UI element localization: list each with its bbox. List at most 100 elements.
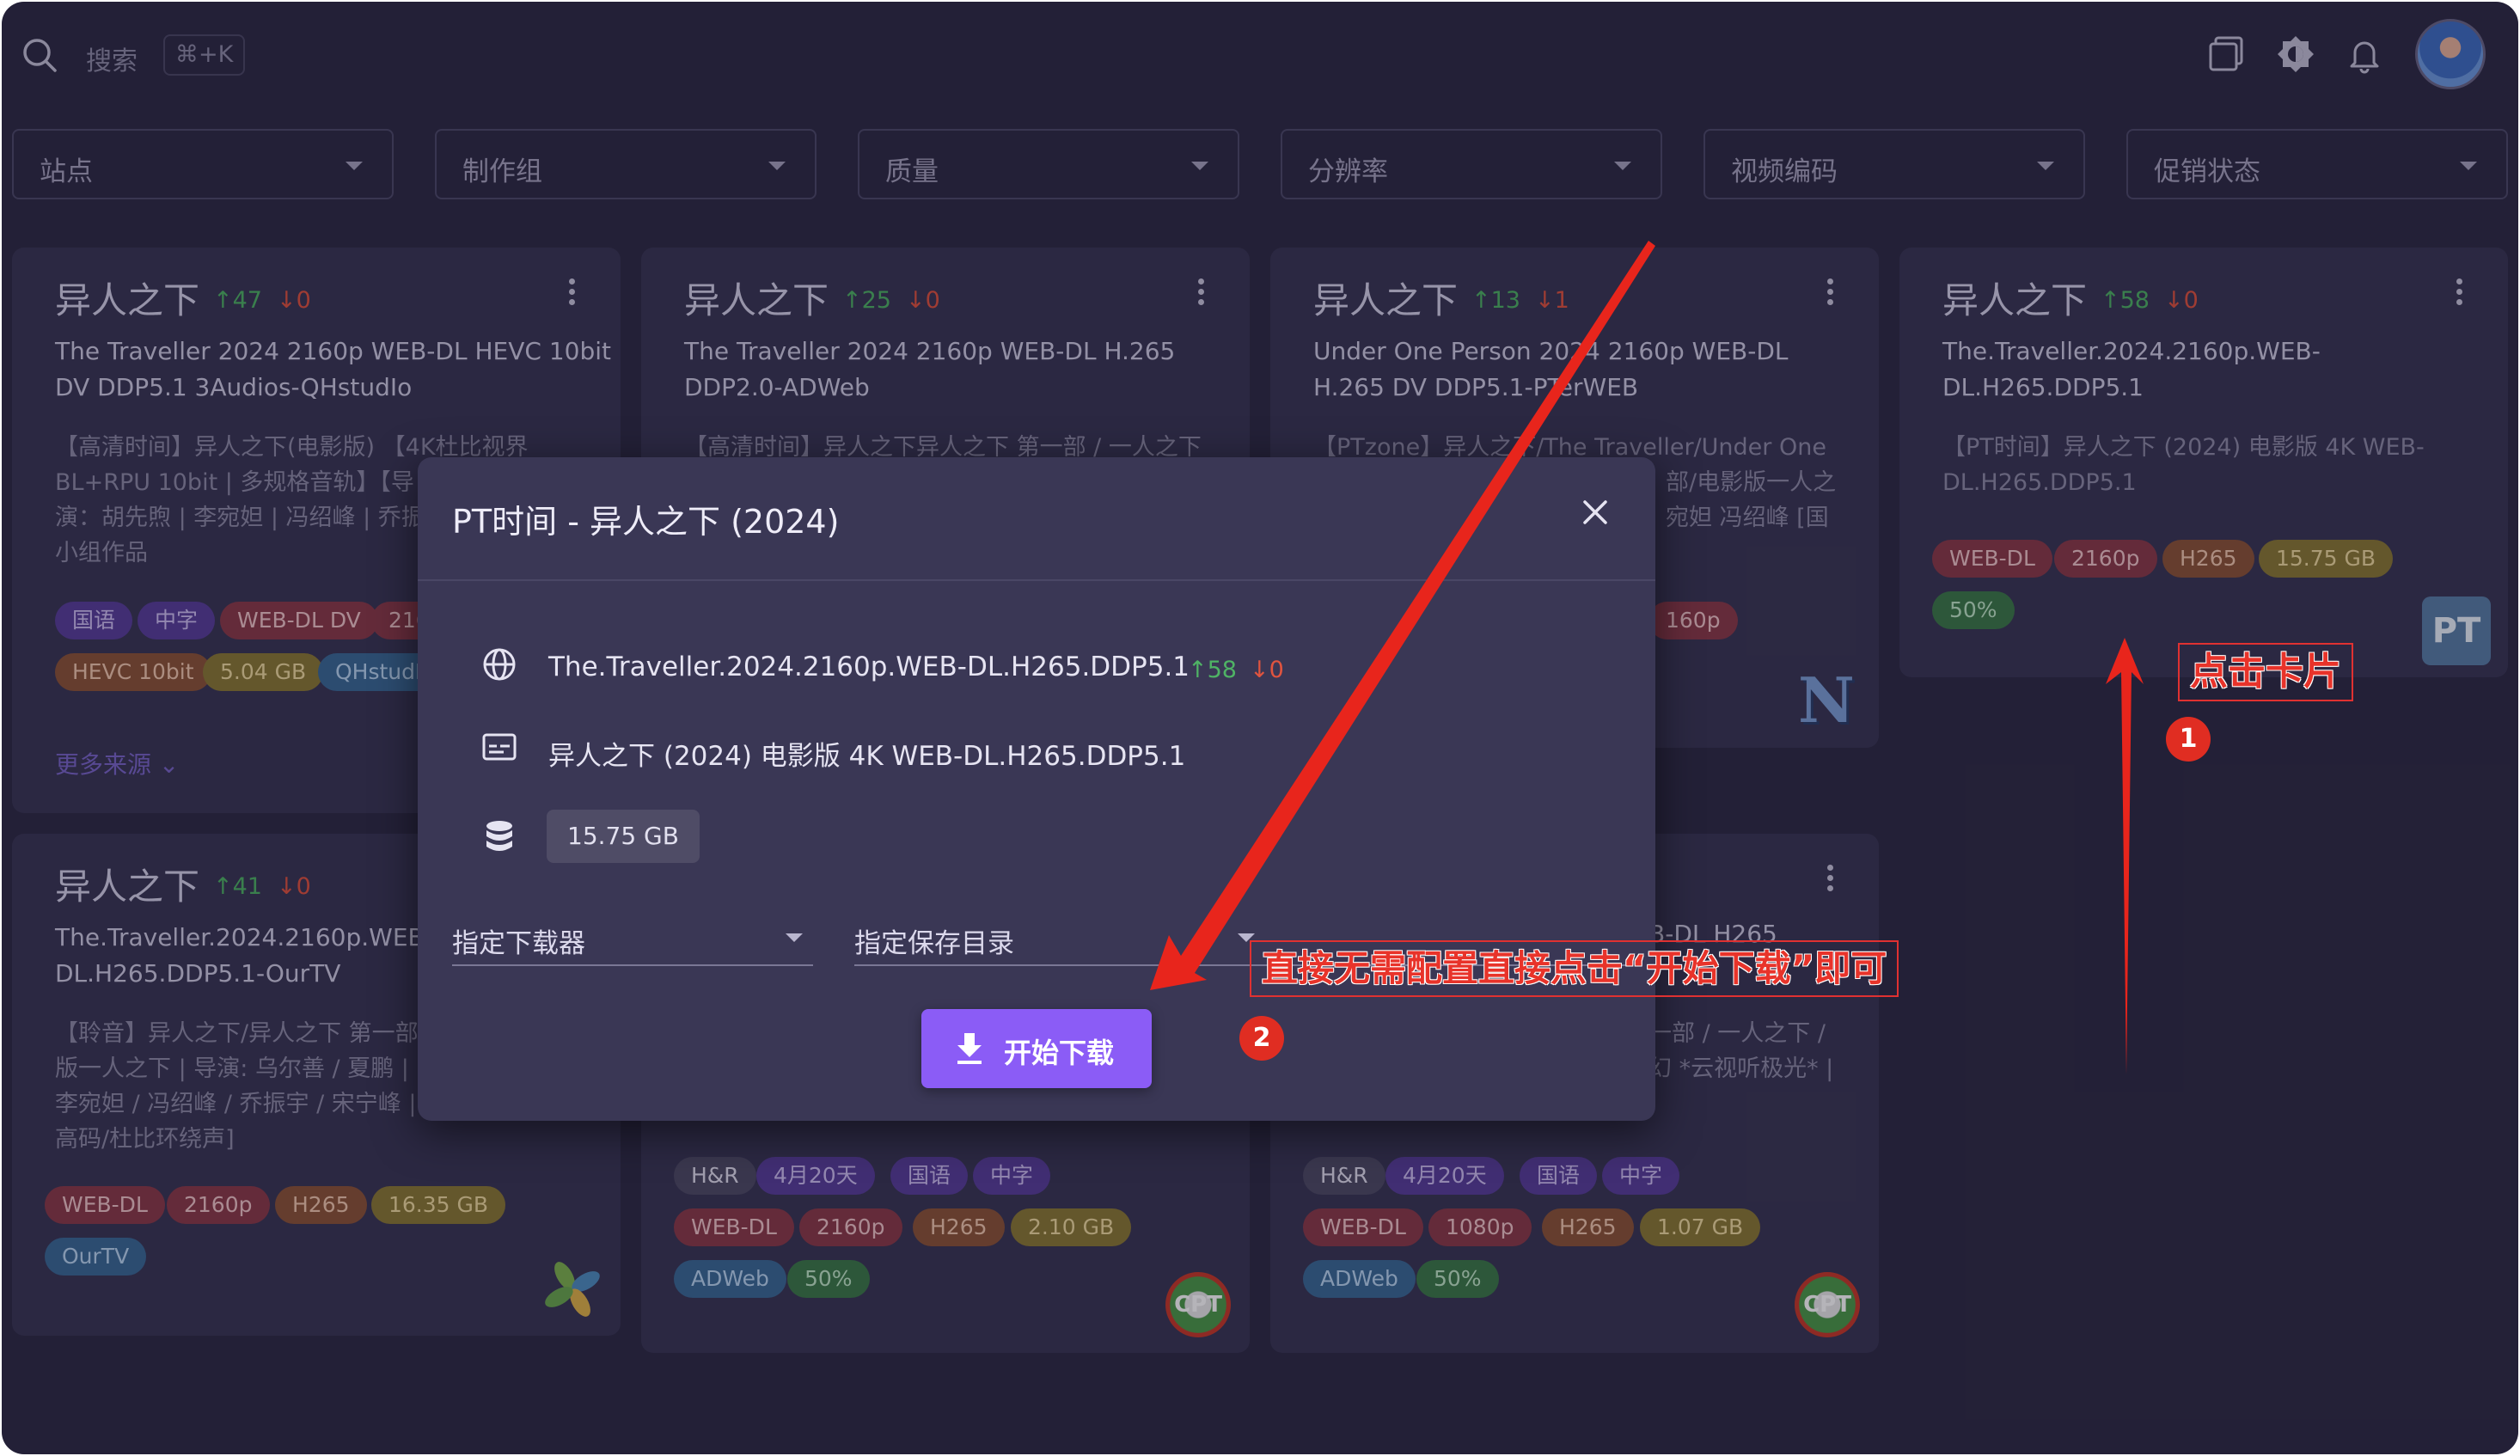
more-vert-icon[interactable] (569, 278, 576, 309)
tag: 国语 (1520, 1157, 1598, 1195)
seeders-count: ↑47 (213, 287, 262, 314)
annotation-step2-label: 直接无需配置直接点击“开始下载”即可 (1250, 940, 1899, 997)
more-vert-icon[interactable] (1198, 278, 1205, 309)
tag: WEB-DL DV (220, 602, 378, 639)
annotation-step1-label: 点击卡片 (2178, 643, 2353, 701)
filter-label: 视频编码 (1731, 156, 1838, 187)
window-icon[interactable] (2207, 34, 2247, 74)
app-window: 搜索 ⌘+K 站点 制作组 质量 分辨率 视频编码 促销状态 异人之下 ↑47 … (2, 2, 2518, 1454)
download-icon (957, 1033, 982, 1064)
leechers-count: ↓0 (1250, 657, 1284, 683)
torrent-name: The.Traveller.2024.2160p.WEB-DL.H265.DDP… (548, 652, 1190, 682)
card-title: 异人之下 (1313, 279, 1459, 321)
start-download-label: 开始下载 (1004, 1037, 1115, 1069)
tag: ADWeb (1303, 1260, 1416, 1298)
tag: 1.07 GB (1640, 1208, 1761, 1246)
tag: 16.35 GB (371, 1186, 506, 1224)
tag: 2160p (167, 1186, 270, 1224)
card-torrent-name: The.Traveller.2024.2160p.WEB- DL.H265.DDP… (55, 923, 433, 988)
more-vert-icon[interactable] (1827, 865, 1834, 896)
tag: WEB-DL (45, 1186, 165, 1224)
card-torrent-name: The Traveller 2024 2160p WEB-DL H.265 DDP… (684, 337, 1176, 401)
card-torrent-name: The Traveller 2024 2160p WEB-DL HEVC 10b… (55, 337, 611, 401)
card-title: 异人之下 (684, 279, 829, 321)
search-input[interactable]: 搜索 (86, 40, 138, 77)
leechers-count: ↓0 (277, 287, 311, 314)
divider (418, 579, 1655, 581)
tag: 1080p (1428, 1208, 1532, 1246)
chevron-down-icon (1614, 162, 1631, 170)
filter-quality[interactable]: 质量 (858, 129, 1239, 199)
tag: 2160p (799, 1208, 902, 1246)
tag: ADWeb (674, 1260, 786, 1298)
filter-resolution[interactable]: 分辨率 (1281, 129, 1662, 199)
card-torrent-name: The.Traveller.2024.2160p.WEB- DL.H265.DDP… (1942, 337, 2321, 401)
dialog-title: PT时间 - 异人之下 (2024) (452, 503, 840, 541)
card-title: 异人之下 (1942, 279, 2088, 321)
torrent-description: 异人之下 (2024) 电影版 4K WEB-DL.H265.DDP5.1 (548, 741, 1186, 772)
tag: WEB-DL (1932, 540, 2052, 578)
downloader-select-label: 指定下载器 (452, 928, 585, 959)
annotation-step2-number: 2 (1239, 1016, 1284, 1061)
filter-group[interactable]: 制作组 (435, 129, 817, 199)
chevron-down-icon (346, 162, 363, 170)
site-logo-cpt: CPT (1795, 1272, 1860, 1337)
tag: 2160p (2054, 540, 2157, 578)
tag: OurTV (45, 1238, 147, 1276)
leechers-count: ↓0 (906, 287, 940, 314)
filter-promotion[interactable]: 促销状态 (2126, 129, 2508, 199)
seeders-count: ↑25 (842, 287, 891, 314)
tag: 国语 (55, 602, 133, 639)
torrent-card[interactable]: 异人之下 ↑58 ↓0 The.Traveller.2024.2160p.WEB… (1899, 248, 2508, 677)
leechers-count: ↓0 (2164, 287, 2199, 314)
save-path-select-label: 指定保存目录 (854, 928, 1014, 959)
close-icon[interactable] (1580, 497, 1611, 528)
seeders-count: ↑58 (2101, 287, 2150, 314)
filter-label: 促销状态 (2154, 156, 2260, 187)
filter-label: 制作组 (462, 156, 542, 187)
tag: 160p (1648, 602, 1738, 639)
tag: 4月20天 (756, 1157, 875, 1195)
tag: H265 (2162, 540, 2254, 578)
download-dialog: PT时间 - 异人之下 (2024) The.Traveller.2024.21… (418, 457, 1655, 1121)
tag: 中字 (1602, 1157, 1680, 1195)
chevron-down-icon (2460, 162, 2477, 170)
tag: 50% (787, 1260, 870, 1298)
globe-icon (483, 648, 516, 681)
start-download-button[interactable]: 开始下载 (921, 1009, 1152, 1088)
tag: H265 (275, 1186, 367, 1224)
card-title: 异人之下 (55, 866, 200, 908)
card-title: 异人之下 (55, 279, 200, 321)
card-torrent-name: Under One Person 2024 2160p WEB-DL H.265 … (1313, 337, 1789, 401)
search-icon[interactable] (21, 36, 58, 74)
seeders-count: ↑13 (1471, 287, 1520, 314)
tag: HEVC 10bit (55, 653, 211, 691)
leechers-count: ↓0 (277, 873, 311, 900)
theme-icon[interactable] (2276, 34, 2315, 74)
card-description: 【聆音】异人之下/异人之下 第一部 版一人之下 | 导演: 乌尔善 / 夏鹏 | … (55, 1020, 419, 1153)
filter-video-codec[interactable]: 视频编码 (1703, 129, 2085, 199)
site-logo-pt: PT (2422, 596, 2491, 665)
downloader-select[interactable]: 指定下载器 (452, 913, 813, 966)
filter-label: 站点 (40, 156, 93, 187)
annotation-arrow-1 (2106, 638, 2144, 1074)
top-bar: 搜索 ⌘+K (2, 2, 2518, 108)
more-vert-icon[interactable] (2456, 278, 2463, 309)
avatar[interactable] (2415, 19, 2486, 89)
more-vert-icon[interactable] (1827, 278, 1834, 309)
filter-site[interactable]: 站点 (12, 129, 394, 199)
tag: 15.75 GB (2259, 540, 2394, 578)
tag: 国语 (890, 1157, 969, 1195)
tag: 中字 (138, 602, 216, 639)
size-chip: 15.75 GB (547, 810, 700, 863)
tag: 4月20天 (1385, 1157, 1504, 1195)
leechers-count: ↓1 (1535, 287, 1569, 314)
tag: H&R (674, 1157, 756, 1195)
database-icon (486, 821, 512, 851)
tag: H&R (1303, 1157, 1385, 1195)
tag: H265 (913, 1208, 1005, 1246)
site-logo-n: N (1798, 664, 1855, 737)
tag: 中字 (973, 1157, 1051, 1195)
more-sources-link[interactable]: 更多来源 ⌄ (55, 746, 179, 780)
bell-icon[interactable] (2345, 34, 2384, 74)
